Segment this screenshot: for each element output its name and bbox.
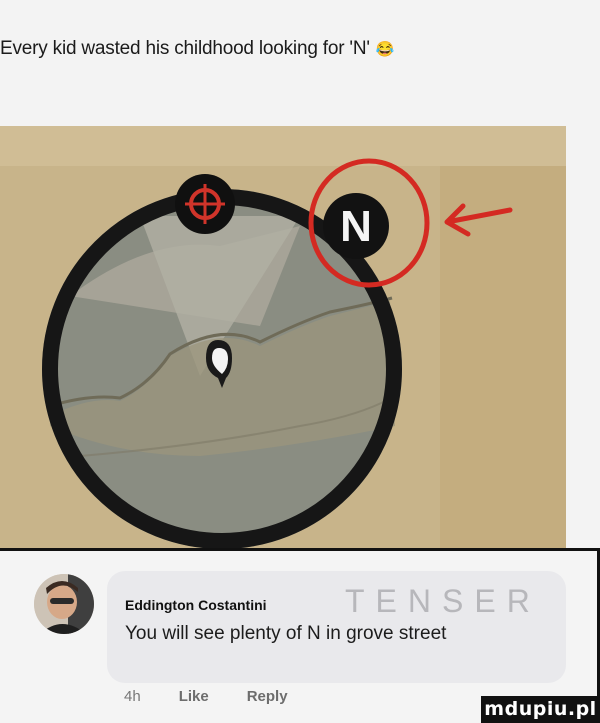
meme-caption: Every kid wasted his childhood looking f… (0, 38, 600, 60)
reply-button[interactable]: Reply (247, 688, 288, 705)
caption-text: Every kid wasted his childhood looking f… (0, 38, 370, 59)
minimap-image: N (0, 126, 566, 550)
comment-author[interactable]: Eddington Costantini (125, 597, 267, 613)
avatar-photo (34, 574, 94, 634)
like-button[interactable]: Like (179, 688, 209, 705)
watermark: TENSER (345, 583, 541, 619)
minimap-illustration: N (0, 126, 566, 550)
laughing-emoji-icon: 😂 (375, 41, 395, 58)
comment-timestamp[interactable]: 4h (124, 688, 141, 705)
comment-bubble: TENSER Eddington Costantini You will see… (107, 571, 566, 683)
comment-text: You will see plenty of N in grove street (125, 623, 447, 644)
north-label: N (340, 202, 372, 251)
site-logo: mdupiu.pl (481, 696, 600, 723)
avatar[interactable] (34, 574, 94, 634)
comment-actions: 4h Like Reply (124, 688, 326, 705)
